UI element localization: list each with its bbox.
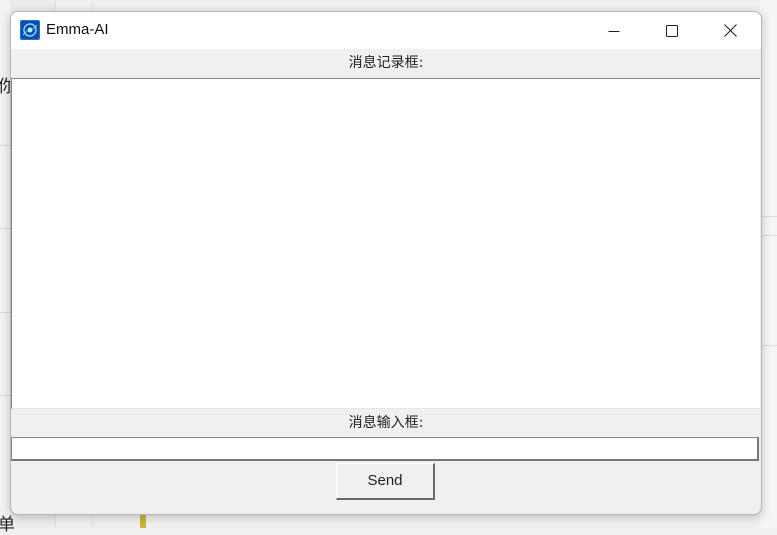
title-bar[interactable]: Emma-AI xyxy=(11,12,761,49)
minimize-icon xyxy=(608,30,620,32)
maximize-button[interactable] xyxy=(643,12,701,49)
app-window: Emma-AI 消息记录框: 消息输入框: Send xyxy=(10,11,762,515)
background-divider xyxy=(760,345,777,346)
emma-ai-app-icon xyxy=(20,20,40,40)
background-divider xyxy=(760,235,777,236)
background-right-strip xyxy=(760,0,777,528)
window-title: Emma-AI xyxy=(46,21,109,38)
close-icon xyxy=(723,24,737,37)
close-button[interactable] xyxy=(701,12,759,49)
message-history-box[interactable] xyxy=(11,78,760,409)
maximize-icon xyxy=(666,24,678,37)
background-divider xyxy=(760,216,777,217)
minimize-button[interactable] xyxy=(585,12,643,49)
input-label: 消息输入框: xyxy=(11,409,761,437)
send-button[interactable]: Send xyxy=(336,463,435,500)
history-label: 消息记录框: xyxy=(11,49,761,77)
message-input-field[interactable] xyxy=(11,437,759,461)
